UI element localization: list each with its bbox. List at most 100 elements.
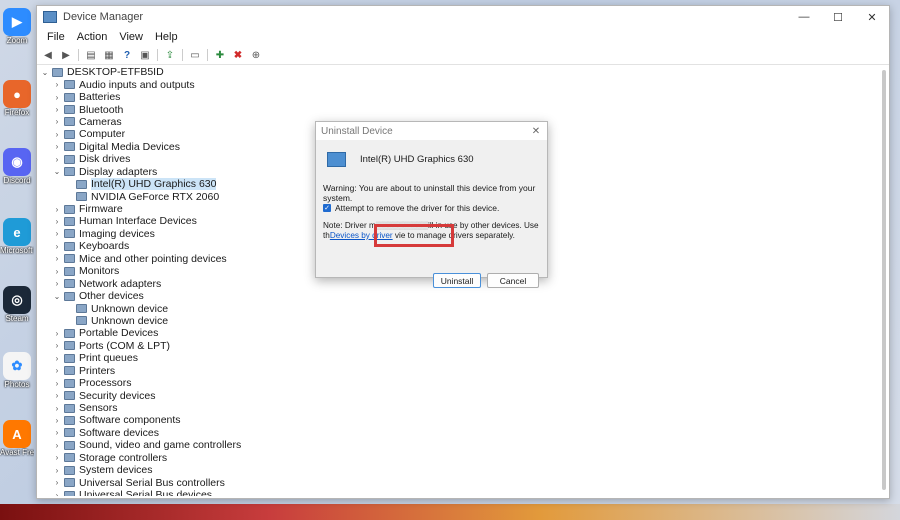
cancel-button[interactable]: Cancel (487, 273, 539, 288)
tree-item[interactable]: › Print queues (37, 352, 877, 364)
tree-item[interactable]: › Batteries (37, 91, 877, 103)
help-icon[interactable]: ? (119, 48, 135, 62)
tree-item[interactable]: › Portable Devices (37, 327, 877, 339)
maximize-button[interactable]: ☐ (821, 6, 855, 28)
collapsed-chevron-icon[interactable]: › (52, 279, 62, 288)
steam-icon[interactable]: ◎ (3, 286, 31, 314)
minimize-button[interactable]: — (787, 6, 821, 28)
properties-icon[interactable]: ▦ (101, 48, 117, 62)
menu-action[interactable]: Action (71, 31, 114, 43)
collapsed-chevron-icon[interactable]: › (52, 428, 62, 437)
menu-file[interactable]: File (41, 31, 71, 43)
collapsed-chevron-icon[interactable]: › (52, 117, 62, 126)
tree-item[interactable]: › Sound, video and game controllers (37, 439, 877, 451)
collapsed-chevron-icon[interactable]: › (52, 80, 62, 89)
tree-item[interactable]: › Audio inputs and outputs (37, 78, 877, 91)
tree-item[interactable]: › Universal Serial Bus devices (37, 489, 877, 496)
tree-item[interactable]: Unknown device (37, 302, 877, 315)
tree-item[interactable]: › Processors (37, 377, 877, 389)
menu-view[interactable]: View (113, 31, 149, 43)
tree-item[interactable]: › Bluetooth (37, 103, 877, 116)
desktop-icon-0[interactable]: ▶ Zoom (0, 8, 34, 45)
collapsed-chevron-icon[interactable]: › (52, 205, 62, 214)
tree-item[interactable]: › Security devices (37, 389, 877, 402)
checkbox-label: Attempt to remove the driver for this de… (335, 203, 500, 213)
collapsed-chevron-icon[interactable]: › (52, 441, 62, 450)
device-name: Intel(R) UHD Graphics 630 (360, 154, 474, 165)
collapsed-chevron-icon[interactable]: › (52, 229, 62, 238)
tree-item[interactable]: ⌄ Other devices (37, 290, 877, 302)
tree-item[interactable]: › Storage controllers (37, 452, 877, 464)
close-button[interactable]: ✕ (855, 6, 889, 28)
menu-help[interactable]: Help (149, 31, 184, 43)
collapsed-chevron-icon[interactable]: › (52, 466, 62, 475)
avast-icon[interactable]: A (3, 420, 31, 448)
desktop-icon-4[interactable]: ◎ Steam (0, 286, 34, 323)
tree-item[interactable]: › Sensors (37, 402, 877, 414)
desktop-icon-2[interactable]: ◉ Discord (0, 148, 34, 185)
uninstall-button[interactable]: Uninstall (433, 273, 481, 288)
desktop-icon-1[interactable]: ● Firefox (0, 80, 34, 117)
tree-item[interactable]: › System devices (37, 464, 877, 476)
tree-item[interactable]: Unknown device (37, 315, 877, 327)
show-hide-console-tree-icon[interactable]: ▤ (83, 48, 99, 62)
expanded-chevron-icon[interactable]: ⌄ (52, 292, 62, 301)
desktop-icon-5[interactable]: ✿ Photos (0, 352, 34, 389)
firefox-icon[interactable]: ● (3, 80, 31, 108)
collapsed-chevron-icon[interactable]: › (52, 93, 62, 102)
collapsed-chevron-icon[interactable]: › (52, 404, 62, 413)
collapsed-chevron-icon[interactable]: › (52, 130, 62, 139)
collapsed-chevron-icon[interactable]: › (52, 242, 62, 251)
collapsed-chevron-icon[interactable]: › (52, 453, 62, 462)
expanded-chevron-icon[interactable]: ⌄ (40, 68, 50, 77)
collapsed-chevron-icon[interactable]: › (52, 379, 62, 388)
collapsed-chevron-icon[interactable]: › (52, 254, 62, 263)
add-driver-icon[interactable]: ✚ (212, 48, 228, 62)
desktop-icon-3[interactable]: eMicrosoft Edge (0, 218, 34, 255)
collapsed-chevron-icon[interactable]: › (52, 478, 62, 487)
collapsed-chevron-icon[interactable]: › (52, 354, 62, 363)
zoom-icon[interactable]: ▶ (3, 8, 31, 36)
discord-icon[interactable]: ◉ (3, 148, 31, 176)
photos-icon[interactable]: ✿ (3, 352, 31, 380)
forward-icon[interactable]: ▶ (58, 48, 74, 62)
tree-item-label: Sensors (79, 402, 118, 415)
collapsed-chevron-icon[interactable]: › (52, 491, 62, 496)
collapsed-chevron-icon[interactable]: › (52, 155, 62, 164)
collapsed-chevron-icon[interactable]: › (52, 341, 62, 350)
toolbar: ◀ ▶ ▤ ▦ ? ▣ ⇪ ▭ ✚ ✖ ⊕ (37, 46, 889, 65)
tree-item[interactable]: ⌄ DESKTOP-ETFB5ID (37, 66, 877, 78)
collapsed-chevron-icon[interactable]: › (52, 142, 62, 151)
scan-hardware-icon[interactable]: ▭ (187, 48, 203, 62)
scrollbar-thumb[interactable] (882, 70, 886, 490)
uninstall-icon[interactable]: ✖ (230, 48, 246, 62)
remove-driver-checkbox[interactable]: ✓ Attempt to remove the driver for this … (323, 203, 499, 213)
edge-icon[interactable]: e (3, 218, 31, 246)
tree-item[interactable]: › Software components (37, 414, 877, 426)
desktop-icon-6[interactable]: AAvast Free Antivirus (0, 420, 34, 457)
expanded-chevron-icon[interactable]: ⌄ (52, 167, 62, 176)
tree-item[interactable]: › Software devices (37, 427, 877, 439)
tree-item[interactable]: › Printers (37, 365, 877, 377)
collapsed-chevron-icon[interactable]: › (52, 267, 62, 276)
dialog-close-button[interactable]: ✕ (525, 126, 547, 137)
tree-item-label: Batteries (79, 91, 121, 104)
tree-item-label: Mice and other pointing devices (79, 252, 227, 265)
tree-item-label: Audio inputs and outputs (79, 78, 195, 91)
collapsed-chevron-icon[interactable]: › (52, 416, 62, 425)
collapsed-chevron-icon[interactable]: › (52, 391, 62, 400)
collapsed-chevron-icon[interactable]: › (52, 105, 62, 114)
tree-item-label: Portable Devices (79, 327, 159, 340)
action-pane-icon[interactable]: ▣ (137, 48, 153, 62)
checkmark-icon[interactable]: ✓ (323, 204, 331, 212)
collapsed-chevron-icon[interactable]: › (52, 217, 62, 226)
collapsed-chevron-icon[interactable]: › (52, 366, 62, 375)
back-icon[interactable]: ◀ (40, 48, 56, 62)
update-driver-icon[interactable]: ⇪ (162, 48, 178, 62)
vertical-scrollbar[interactable] (881, 66, 887, 494)
collapsed-chevron-icon[interactable]: › (52, 329, 62, 338)
tree-item[interactable]: › Ports (COM & LPT) (37, 340, 877, 352)
dialog-title-bar: Uninstall Device ✕ (316, 122, 547, 140)
disable-device-icon[interactable]: ⊕ (248, 48, 264, 62)
tree-item[interactable]: › Universal Serial Bus controllers (37, 476, 877, 489)
